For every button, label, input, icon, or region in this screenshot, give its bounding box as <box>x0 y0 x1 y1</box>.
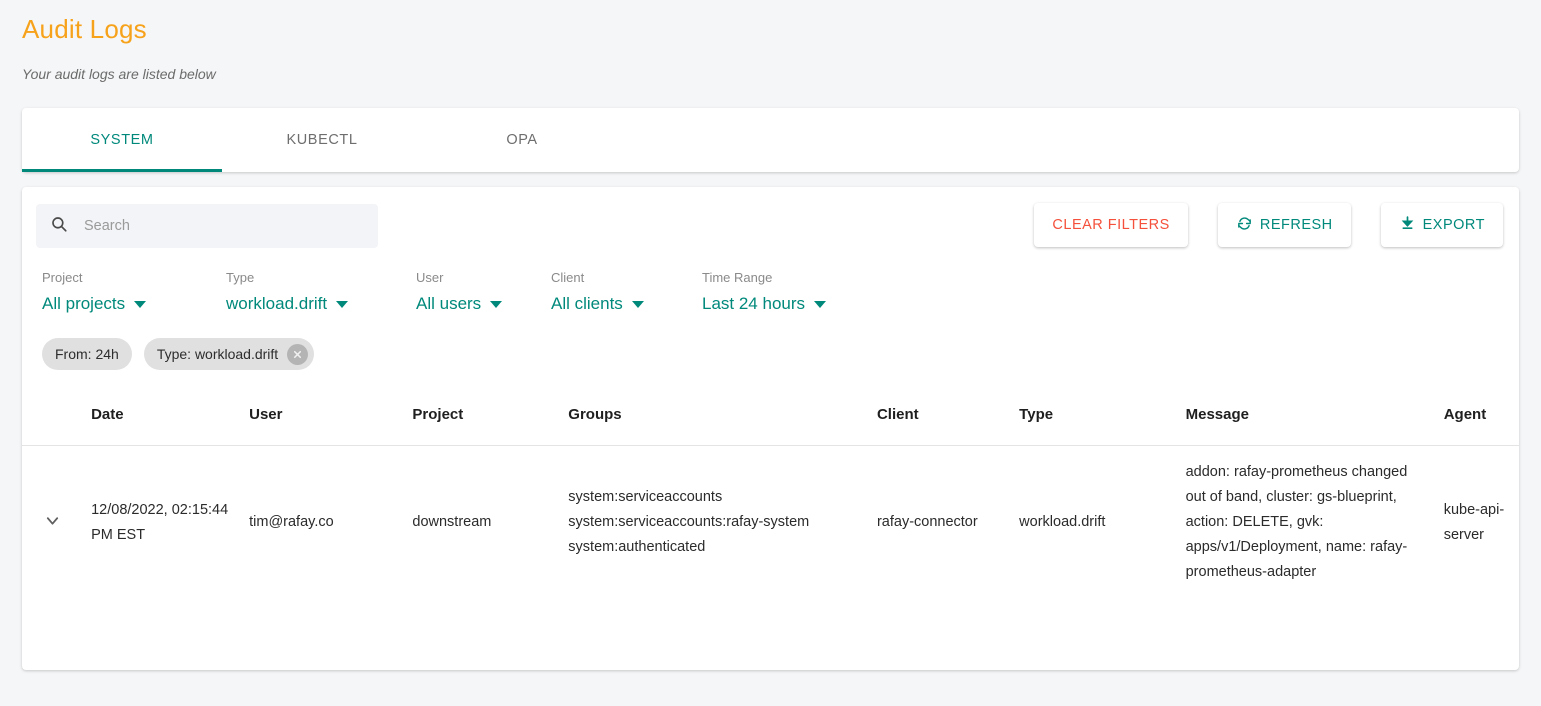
filter-user[interactable]: User All users <box>416 270 551 314</box>
audit-logs-panel: CLEAR FILTERS REFRESH <box>22 187 1519 670</box>
export-button[interactable]: EXPORT <box>1380 203 1503 247</box>
refresh-icon <box>1236 215 1253 236</box>
tab-system[interactable]: SYSTEM <box>22 108 222 172</box>
filter-user-label: User <box>416 270 444 285</box>
clear-filters-label: CLEAR FILTERS <box>1052 217 1170 233</box>
chip-from-label: From: 24h <box>55 346 119 362</box>
filter-client-value-row[interactable]: All clients <box>551 294 702 314</box>
filter-client[interactable]: Client All clients <box>551 270 702 314</box>
search-icon <box>50 215 68 238</box>
tab-kubectl[interactable]: KUBECTL <box>222 108 422 172</box>
filter-type-value-row[interactable]: workload.drift <box>226 294 416 314</box>
tab-kubectl-label: KUBECTL <box>286 132 358 148</box>
column-header-user: User <box>241 394 405 446</box>
filter-type[interactable]: Type workload.drift <box>226 270 416 314</box>
table-header-row: Date User Project Groups Client Type Mes… <box>22 394 1519 446</box>
audit-logs-table: Date User Project Groups Client Type Mes… <box>22 394 1519 599</box>
chevron-down-icon <box>336 300 349 308</box>
tab-opa[interactable]: OPA <box>422 108 622 172</box>
chevron-down-icon[interactable] <box>39 507 66 534</box>
cell-message: addon: rafay-prometheus changed out of b… <box>1185 464 1408 580</box>
toolbar-actions: CLEAR FILTERS REFRESH EXPORT <box>1034 203 1503 247</box>
tab-system-label: SYSTEM <box>90 132 154 148</box>
filter-client-value: All clients <box>551 294 623 313</box>
column-header-date: Date <box>83 394 242 446</box>
page-subtitle: Your audit logs are listed below <box>22 66 216 82</box>
cell-user: tim@rafay.co <box>249 514 334 530</box>
cell-client: rafay-connector <box>876 514 978 530</box>
search-box[interactable] <box>36 204 378 248</box>
column-header-message: Message <box>1177 394 1436 446</box>
refresh-button[interactable]: REFRESH <box>1217 203 1351 247</box>
chevron-down-icon <box>490 300 503 308</box>
filter-project-label: Project <box>42 270 83 285</box>
filter-project[interactable]: Project All projects <box>42 270 226 314</box>
filter-user-value-row[interactable]: All users <box>416 294 551 314</box>
audit-logs-page: Audit Logs Your audit logs are listed be… <box>0 0 1541 706</box>
chip-from[interactable]: From: 24h <box>42 338 132 370</box>
column-header-groups: Groups <box>560 394 869 446</box>
filter-project-value: All projects <box>42 294 126 313</box>
page-title: Audit Logs <box>22 14 147 44</box>
column-header-agent: Agent <box>1435 394 1519 446</box>
cell-type: workload.drift <box>1019 514 1106 530</box>
download-icon <box>1399 215 1416 236</box>
chip-type-label: Type: workload.drift <box>156 346 279 362</box>
filter-time-range-label: Time Range <box>702 270 773 285</box>
column-header-client: Client <box>868 394 1012 446</box>
cell-agent: kube-api-server <box>1443 501 1505 543</box>
search-input[interactable] <box>82 217 332 235</box>
tab-opa-label: OPA <box>506 132 538 148</box>
filter-project-value-row[interactable]: All projects <box>42 294 226 314</box>
tabs-bar: SYSTEM KUBECTL OPA <box>22 108 1519 172</box>
column-header-project: Project <box>404 394 561 446</box>
cell-groups: system:serviceaccounts system:serviceacc… <box>568 489 810 555</box>
table-row[interactable]: 12/08/2022, 02:15:44 PM EST tim@rafay.co… <box>22 446 1519 600</box>
filters-area: CLEAR FILTERS REFRESH <box>22 187 1519 370</box>
column-header-type: Type <box>1011 394 1178 446</box>
chevron-down-icon <box>814 300 827 308</box>
cell-date: 12/08/2022, 02:15:44 PM EST <box>91 501 229 543</box>
filter-type-label: Type <box>226 270 255 285</box>
row-expand-cell <box>22 446 83 600</box>
filter-time-range-value-row[interactable]: Last 24 hours <box>702 294 827 314</box>
active-filter-chips: From: 24h Type: workload.drift <box>36 338 1505 370</box>
chip-type-close-icon[interactable] <box>287 343 309 365</box>
filter-user-value: All users <box>416 294 482 313</box>
filter-type-value: workload.drift <box>226 294 328 313</box>
chevron-down-icon <box>134 300 147 308</box>
clear-filters-button[interactable]: CLEAR FILTERS <box>1034 203 1188 247</box>
refresh-label: REFRESH <box>1259 217 1333 233</box>
column-header-expand <box>22 394 84 446</box>
chip-type[interactable]: Type: workload.drift <box>143 338 315 370</box>
chevron-down-icon <box>631 300 644 308</box>
filter-client-label: Client <box>551 270 585 285</box>
export-label: EXPORT <box>1422 217 1485 233</box>
cell-project: downstream <box>412 514 492 530</box>
filter-time-range-value: Last 24 hours <box>702 294 806 313</box>
filter-dropdowns: Project All projects Type workload.drift… <box>36 270 1505 314</box>
filter-time-range[interactable]: Time Range Last 24 hours <box>702 270 827 314</box>
